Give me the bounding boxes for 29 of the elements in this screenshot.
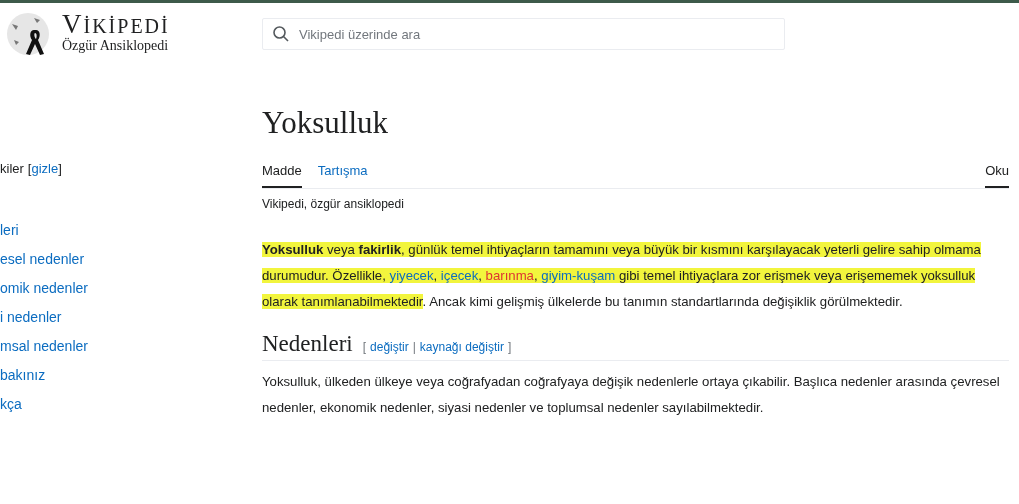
- toc-item[interactable]: i nedenler: [0, 303, 262, 332]
- tab[interactable]: Tartışma: [317, 159, 368, 188]
- tab[interactable]: Oku: [985, 159, 1009, 188]
- link[interactable]: yiyecek: [389, 268, 434, 283]
- edit-source-link[interactable]: kaynağı değiştir: [419, 340, 504, 354]
- bracket: [: [362, 340, 367, 354]
- separator: |: [412, 340, 416, 354]
- tab[interactable]: Madde: [262, 159, 302, 188]
- tagline: Vikipedi, özgür ansiklopedi: [262, 197, 405, 211]
- logo-subtitle: Özgür Ansiklopedi: [62, 37, 170, 55]
- lead-paragraph: Yoksulluk veya fakirlik, günlük temel ihtiyaçların tamamını veya büyük bir kısmını karşılayacak yeterli gelire sahip olmama durumudur. Özellikle, yiyecek, içecek, barınma, giyim-kuşam gibi temel ihtiyaçlara zor erişmek veya erişememek yoksulluk olarak tanımlanabilmektedir. Ancak kimi gelişmiş ülkelerde bu tanımın standartlarında değişiklik görülmektedir.: [262, 241, 982, 311]
- toc-item[interactable]: omik nedenler: [0, 274, 262, 303]
- link[interactable]: barınma: [485, 268, 534, 283]
- toc-item[interactable]: bakınız: [0, 361, 262, 390]
- toc-title: kiler: [0, 161, 24, 176]
- logo-title: VİKİPEDİ: [62, 13, 170, 37]
- toc-item[interactable]: msal nedenler: [0, 332, 262, 361]
- edit-link[interactable]: değiştir: [370, 340, 409, 354]
- toc-item[interactable]: esel nedenler: [0, 245, 262, 274]
- section-paragraph: Yoksulluk, ülkeden ülkeye veya coğrafyadan coğrafyaya değişik nedenlerle ortaya çıkabilir. Başlıca nedenler arasında çevresel nedenler, ekonomik nedenler, siyasi nedenler ve toplumsal nedenler sayılabilmektedir.: [262, 373, 1001, 417]
- toc-item[interactable]: kça: [0, 390, 262, 419]
- bracket: ]: [507, 340, 512, 354]
- toc-toggle[interactable]: [gizle]: [27, 161, 62, 176]
- toc-item[interactable]: leri: [0, 216, 262, 245]
- search-icon: [272, 25, 290, 43]
- section-heading: Nedenleri: [262, 331, 353, 357]
- page-title: Yoksulluk: [262, 105, 390, 141]
- search-field[interactable]: Vikipedi üzerinde ara: [262, 18, 785, 50]
- link[interactable]: giyim-kuşam: [541, 268, 616, 283]
